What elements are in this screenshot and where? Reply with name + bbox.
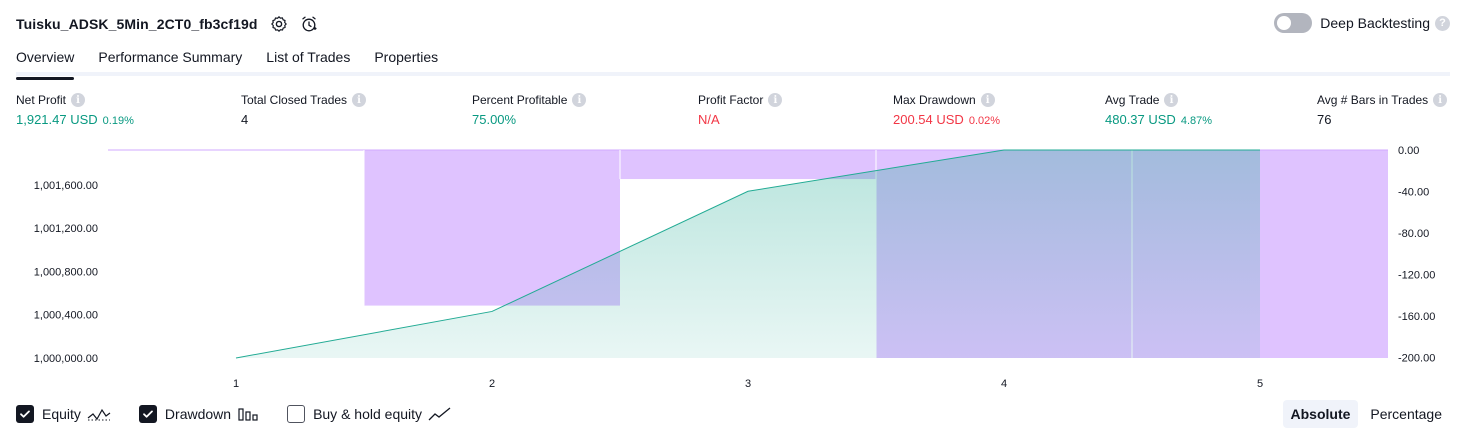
info-icon[interactable]: i: [71, 93, 86, 107]
chart-legend: Equity Drawdown Buy & hold equity: [16, 404, 480, 424]
info-icon[interactable]: i: [768, 93, 783, 107]
legend-label: Equity: [42, 406, 81, 422]
metric-percent: 0.19%: [102, 115, 134, 127]
right-axis-tick-label: -80.00: [1398, 228, 1429, 240]
buy-hold-checkbox[interactable]: [287, 405, 306, 423]
report-tabs: Overview Performance Summary List of Tra…: [16, 44, 1450, 80]
info-icon[interactable]: i: [980, 93, 995, 107]
left-axis-tick-label: 1,000,400.00: [34, 310, 98, 322]
metric-label: Net Profit: [16, 93, 67, 107]
metric-avg-trade: Avg Trade i 480.37 USD 4.87%: [1105, 93, 1212, 127]
info-icon[interactable]: i: [352, 93, 367, 107]
metric-profit-factor: Profit Factor i N/A: [698, 93, 783, 127]
x-axis-tick-label: 3: [745, 378, 751, 390]
metric-avg-bars-in-trades: Avg # Bars in Trades i 76: [1317, 93, 1448, 127]
strategy-title: Tuisku_ADSK_5Min_2CT0_fb3cf19d: [16, 16, 258, 32]
x-axis-tick-label: 2: [489, 378, 495, 390]
tab-list-of-trades[interactable]: List of Trades: [266, 44, 350, 76]
metric-label: Total Closed Trades: [241, 93, 348, 107]
absolute-button[interactable]: Absolute: [1282, 400, 1359, 428]
drawdown-bars-icon: [237, 406, 259, 422]
metric-label: Max Drawdown: [893, 93, 976, 107]
metric-value: 480.37 USD: [1105, 112, 1176, 127]
equity-checkbox[interactable]: [16, 405, 34, 423]
drawdown-bar: [620, 150, 876, 180]
right-axis-tick-label: -40.00: [1398, 186, 1429, 198]
add-alert-icon[interactable]: [298, 13, 320, 35]
deep-backtesting: Deep Backtesting ?: [1274, 13, 1450, 33]
metric-value: N/A: [698, 112, 720, 127]
right-axis-tick-label: -160.00: [1398, 311, 1435, 323]
info-icon[interactable]: i: [1433, 93, 1448, 107]
legend-drawdown[interactable]: Drawdown: [138, 405, 259, 423]
metric-value: 4: [241, 112, 249, 127]
x-axis-tick-label: 4: [1001, 378, 1007, 390]
drawdown-checkbox[interactable]: [138, 405, 157, 423]
left-axis-tick-label: 1,001,600.00: [34, 180, 98, 192]
gear-icon[interactable]: [268, 13, 290, 35]
right-axis-tick-label: -120.00: [1398, 269, 1435, 281]
toggle-knob: [1277, 16, 1292, 30]
buy-hold-line-icon: [428, 406, 452, 422]
help-icon[interactable]: ?: [1435, 15, 1450, 31]
deep-backtesting-label: Deep Backtesting: [1320, 15, 1430, 31]
metric-percent-profitable: Percent Profitable i 75.00%: [472, 93, 587, 127]
metric-label: Avg Trade: [1105, 93, 1160, 107]
metric-label: Avg # Bars in Trades: [1317, 93, 1429, 107]
legend-label: Drawdown: [164, 406, 232, 422]
tab-performance-summary[interactable]: Performance Summary: [98, 44, 242, 76]
metric-label: Profit Factor: [698, 93, 764, 107]
metric-net-profit: Net Profit i 1,921.47 USD 0.19%: [16, 93, 134, 127]
tab-properties[interactable]: Properties: [374, 44, 438, 76]
metric-value: 200.54 USD: [893, 112, 964, 127]
metric-value: 76: [1317, 112, 1332, 127]
legend-equity[interactable]: Equity: [16, 405, 111, 423]
percentage-button[interactable]: Percentage: [1362, 400, 1450, 428]
info-icon[interactable]: i: [572, 93, 587, 107]
tab-overview[interactable]: Overview: [16, 44, 75, 80]
equity-drawdown-chart[interactable]: 1,000,000.00 1,000,400.00 1,000,800.00 1,00…: [0, 140, 1466, 395]
x-axis-tick-label: 5: [1257, 378, 1263, 390]
view-mode-switch: Absolute Percentage: [1282, 400, 1451, 428]
strategy-header: Tuisku_ADSK_5Min_2CT0_fb3cf19d: [16, 12, 320, 36]
equity-line-icon: [87, 406, 111, 422]
metrics-row: Net Profit i 1,921.47 USD 0.19% Total Clos…: [0, 93, 1466, 133]
info-icon[interactable]: i: [1164, 93, 1179, 107]
deep-backtesting-toggle[interactable]: [1274, 13, 1313, 33]
metric-value: 75.00%: [472, 112, 517, 127]
right-axis-tick-label: -200.00: [1398, 352, 1435, 364]
metric-value: 1,921.47 USD: [16, 112, 98, 127]
right-axis-tick-label: 0.00: [1398, 145, 1419, 157]
x-axis-tick-label: 1: [233, 378, 239, 390]
metric-percent: 4.87%: [1180, 115, 1213, 127]
left-axis-tick-label: 1,000,000.00: [34, 353, 98, 365]
left-axis-tick-label: 1,000,800.00: [34, 266, 98, 278]
legend-buy-hold[interactable]: Buy & hold equity: [287, 405, 452, 423]
metric-total-closed-trades: Total Closed Trades i 4: [241, 93, 367, 127]
left-axis-tick-label: 1,001,200.00: [34, 223, 98, 235]
metric-max-drawdown: Max Drawdown i 200.54 USD 0.02%: [893, 93, 1000, 127]
metric-label: Percent Profitable: [472, 93, 568, 107]
legend-label: Buy & hold equity: [313, 406, 423, 422]
metric-percent: 0.02%: [968, 115, 1001, 127]
